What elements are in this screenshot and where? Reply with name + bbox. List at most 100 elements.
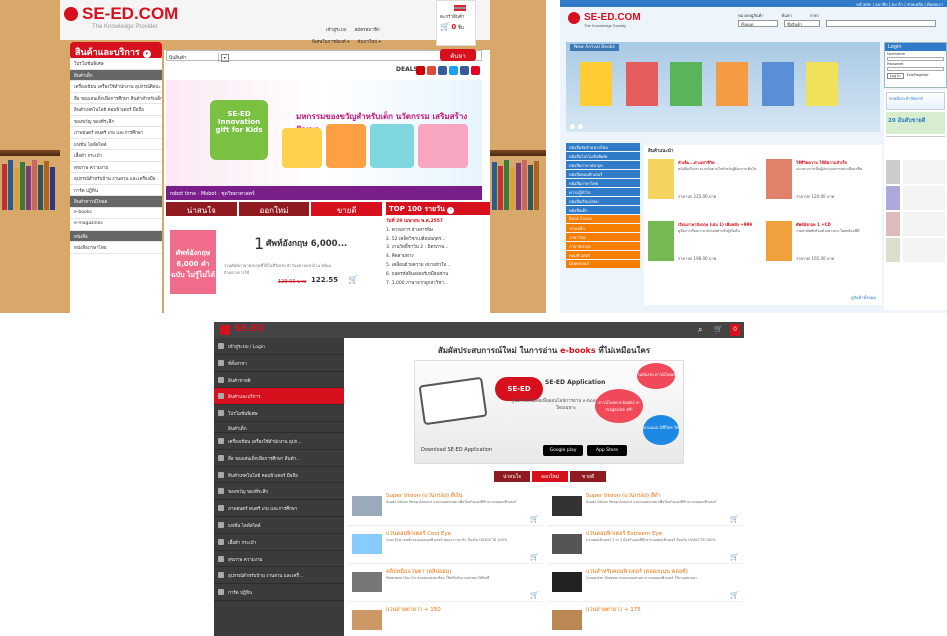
carousel-dot[interactable] (578, 124, 583, 129)
sidebar-item[interactable]: Download (566, 260, 640, 268)
book-cover[interactable] (626, 62, 658, 106)
sidebar-item[interactable]: หนังสือจัดจำหน่ายใหม่ (566, 143, 640, 151)
add-to-cart-icon[interactable]: 🛒 (530, 591, 539, 599)
product-item[interactable]: แว่นสายตายาว + 175 (548, 602, 743, 636)
product-title[interactable]: เรียนภาษาอังกฤษ (เล่ม 1) เพิ่มพลัง +999 (678, 221, 760, 228)
product-card[interactable]: เรียนภาษาอังกฤษ (เล่ม 1) เพิ่มพลัง +999 … (646, 217, 762, 273)
cart-icon[interactable]: 🛒 (714, 325, 723, 333)
twitter-icon[interactable] (449, 66, 458, 75)
sidebar-item[interactable]: สื่อ ของเล่นเด็กเพื่อการศึกษา สินค้าสำหร… (70, 93, 162, 104)
sidebar-item[interactable]: หนังสือเด็ก (566, 206, 640, 214)
google-play-badge[interactable]: Google play (543, 445, 583, 456)
product-card[interactable]: ศัพท์อังกฤษ 1 +CD รวมคำศัพท์พร้อมตัวอย่า… (764, 217, 880, 273)
field-select[interactable]: ชื่อสินค้า (784, 20, 820, 27)
sidebar-item[interactable]: เสื้อผ้า กระเป๋า (70, 150, 162, 162)
book-cover[interactable] (648, 159, 674, 199)
book-cover[interactable] (806, 62, 838, 106)
add-to-cart-icon[interactable]: 🛒 (348, 275, 358, 284)
book-cover[interactable] (670, 62, 702, 106)
sidebar-item[interactable]: ความรู้ทั่วไป (566, 188, 640, 196)
top-links[interactable]: หน้าหลัก | สมาชิก | ตะกร้า | ช่วยเหลือ |… (560, 0, 947, 7)
drawer-item[interactable]: สุขภาพ ความงาม (214, 551, 344, 568)
tab-new[interactable]: ออกใหม่ (238, 202, 310, 216)
product-image[interactable] (352, 610, 382, 630)
book-thumbnail[interactable] (886, 186, 900, 210)
header-link[interactable]: เข้าสู่ระบบ (326, 26, 346, 33)
promo-banner[interactable]: SE-ED Innovation gift for Kids มหกรรมของ… (166, 80, 482, 200)
book-cover[interactable] (766, 159, 792, 199)
product-title[interactable]: แว่นคอมพิวเตอร์ Cool Eye (386, 530, 451, 538)
book-thumbnail[interactable] (886, 238, 900, 262)
book-cover[interactable]: ศัพท์อังกฤษ 6,000 คำ ฉบับ ไม่รู้ไม่ได้ (170, 230, 216, 294)
product-title[interactable]: ศัพท์อังกฤษ 6,000... (266, 236, 347, 250)
search-input[interactable] (230, 51, 430, 59)
top100-item[interactable]: 3. งานวิทยิ์ชาวิน 2 : มิตรภาพ... (386, 244, 490, 253)
google-plus-icon[interactable] (427, 66, 436, 75)
sidebar-item[interactable]: แฟชั่น ไลฟ์สไตล์ (70, 139, 162, 150)
thai-flag-icon[interactable] (454, 5, 466, 11)
sidebar-item[interactable]: การ์ด ปฏิทิน (70, 185, 162, 196)
product-title[interactable]: คลิปหนีบแว่นตา (คลิปออน) (386, 568, 451, 576)
login-button[interactable]: Log In (887, 73, 904, 79)
product-image[interactable] (352, 572, 382, 592)
product-title[interactable]: แว่นสายตายาว + 150 (386, 606, 441, 614)
search-icon[interactable]: ⌕ (698, 325, 702, 335)
sidebar-item[interactable]: ภาษาอังกฤษ (566, 242, 640, 250)
add-to-cart-icon[interactable]: 🛒 (730, 515, 739, 523)
top100-item[interactable]: 6. ถอดรหัสอินสเตอร์เหมือนซ่าน (386, 271, 490, 280)
tab-bestseller[interactable]: ขายดี (570, 471, 606, 482)
product-item[interactable]: แว่นคอมพิวเตอร์ Extreem Eye แว่นคอมพิวเตอ… (548, 526, 743, 564)
tab-interesting[interactable]: น่าสนใจ (166, 202, 237, 216)
drawer-item[interactable]: อุปกรณ์สำหรับบ้าน งานสวน และเครื่... (214, 567, 344, 585)
app-store-badge[interactable]: App Store (587, 445, 627, 456)
sidebar-item[interactable]: หนังสือโปรโมชั่นพิเศษ (566, 152, 640, 160)
deals-label[interactable]: DEALS (396, 66, 418, 73)
facebook-icon[interactable] (438, 66, 447, 75)
password-field[interactable] (887, 67, 944, 71)
facebook-icon[interactable] (460, 66, 469, 75)
drawer-item[interactable]: ของขวัญ ของที่ระลึก (214, 483, 344, 501)
sidebar-item[interactable]: สินค้าเทคโนโลยี คอมพิวเตอร์ มือถือ (70, 104, 162, 116)
register-link[interactable]: Exit/Register (906, 73, 930, 79)
top100-item[interactable]: 7. 1,000 ภาษาจากลูกสาวิชา... (386, 280, 490, 289)
sidebar-item[interactable]: ภาพยนตร์ ดนตรี เกม และการศึกษา (70, 127, 162, 139)
sidebar-item[interactable]: หนังสือคอมพิวเตอร์ (566, 170, 640, 178)
search-input[interactable] (826, 20, 936, 27)
carousel-dot[interactable] (570, 124, 575, 129)
search-category-select[interactable]: นินสินค้า (167, 53, 219, 62)
sidebar-item[interactable]: หนังสือภาษาไทย (70, 242, 162, 254)
drawer-item[interactable]: เสื้อผ้า กระเป๋า (214, 534, 344, 551)
product-title[interactable]: แว่นคอมพิวเตอร์ Extreem Eye (586, 530, 662, 538)
product-title[interactable]: ใช้ชีวิตความ ให้มีความสำเร็จ (796, 159, 878, 166)
sidebar-item[interactable]: ของขวัญ ของที่ระลึก (70, 116, 162, 127)
product-card[interactable]: ตัวเต็ม...ต่างเท่าชีวิต หนังสือเรื่องราว… (646, 155, 762, 211)
site-logo[interactable]: SE-ED (234, 324, 264, 334)
add-to-cart-icon[interactable]: 🛒 (530, 515, 539, 523)
dropdown-arrow-icon[interactable]: ▾ (220, 54, 229, 62)
product-image[interactable] (552, 610, 582, 630)
product-title[interactable]: ศัพท์อังกฤษ 1 +CD (796, 221, 878, 228)
sidebar-item[interactable]: e-books (70, 208, 162, 219)
product-item[interactable]: Super Vision (แว่นกรอง) สีดำ Super Vision… (548, 488, 743, 526)
sidebar-item[interactable]: ภาษาไทย (566, 233, 640, 241)
book-thumbnail[interactable] (886, 160, 900, 184)
product-image[interactable] (552, 496, 582, 516)
product-item[interactable]: Super Vision (แว่นกรอง) สีเงิน Super Visi… (348, 488, 543, 526)
product-image[interactable] (552, 572, 582, 592)
search-button[interactable]: ค้นหา (440, 49, 476, 61)
drawer-item[interactable]: ที่ตั้งสาขา (214, 355, 344, 372)
sidebar-item[interactable]: หนังสือภาษาไทย (566, 179, 640, 187)
sidebar-item[interactable]: Book Focus (566, 215, 640, 223)
drawer-item[interactable]: โปรโมชั่นพิเศษ (214, 405, 344, 422)
top100-item[interactable]: 4. คิดสามทาง (386, 253, 490, 262)
header-menu[interactable]: ค้นหาใหม่ ▾ (358, 38, 381, 45)
see-all-link[interactable]: ดูสินค้าทั้งหมด (851, 294, 876, 301)
product-title[interactable]: แว่นสำหรับคอมพิวเตอร์ (คลองแนน คลอซ์) (586, 568, 688, 576)
drawer-item[interactable]: แฟชั่น ไลฟ์สไตล์ (214, 517, 344, 534)
add-to-cart-icon[interactable]: 🛒 (730, 591, 739, 599)
product-item[interactable]: แว่นสายตายาว + 150 (348, 602, 543, 636)
top100-item[interactable]: 2. 52 เคล็ดวิชาเปลี่ยนพฤตร... (386, 236, 490, 245)
youtube-icon[interactable] (416, 66, 425, 75)
tab-new[interactable]: ออกใหม่ (532, 471, 568, 482)
book-cover[interactable] (716, 62, 748, 106)
